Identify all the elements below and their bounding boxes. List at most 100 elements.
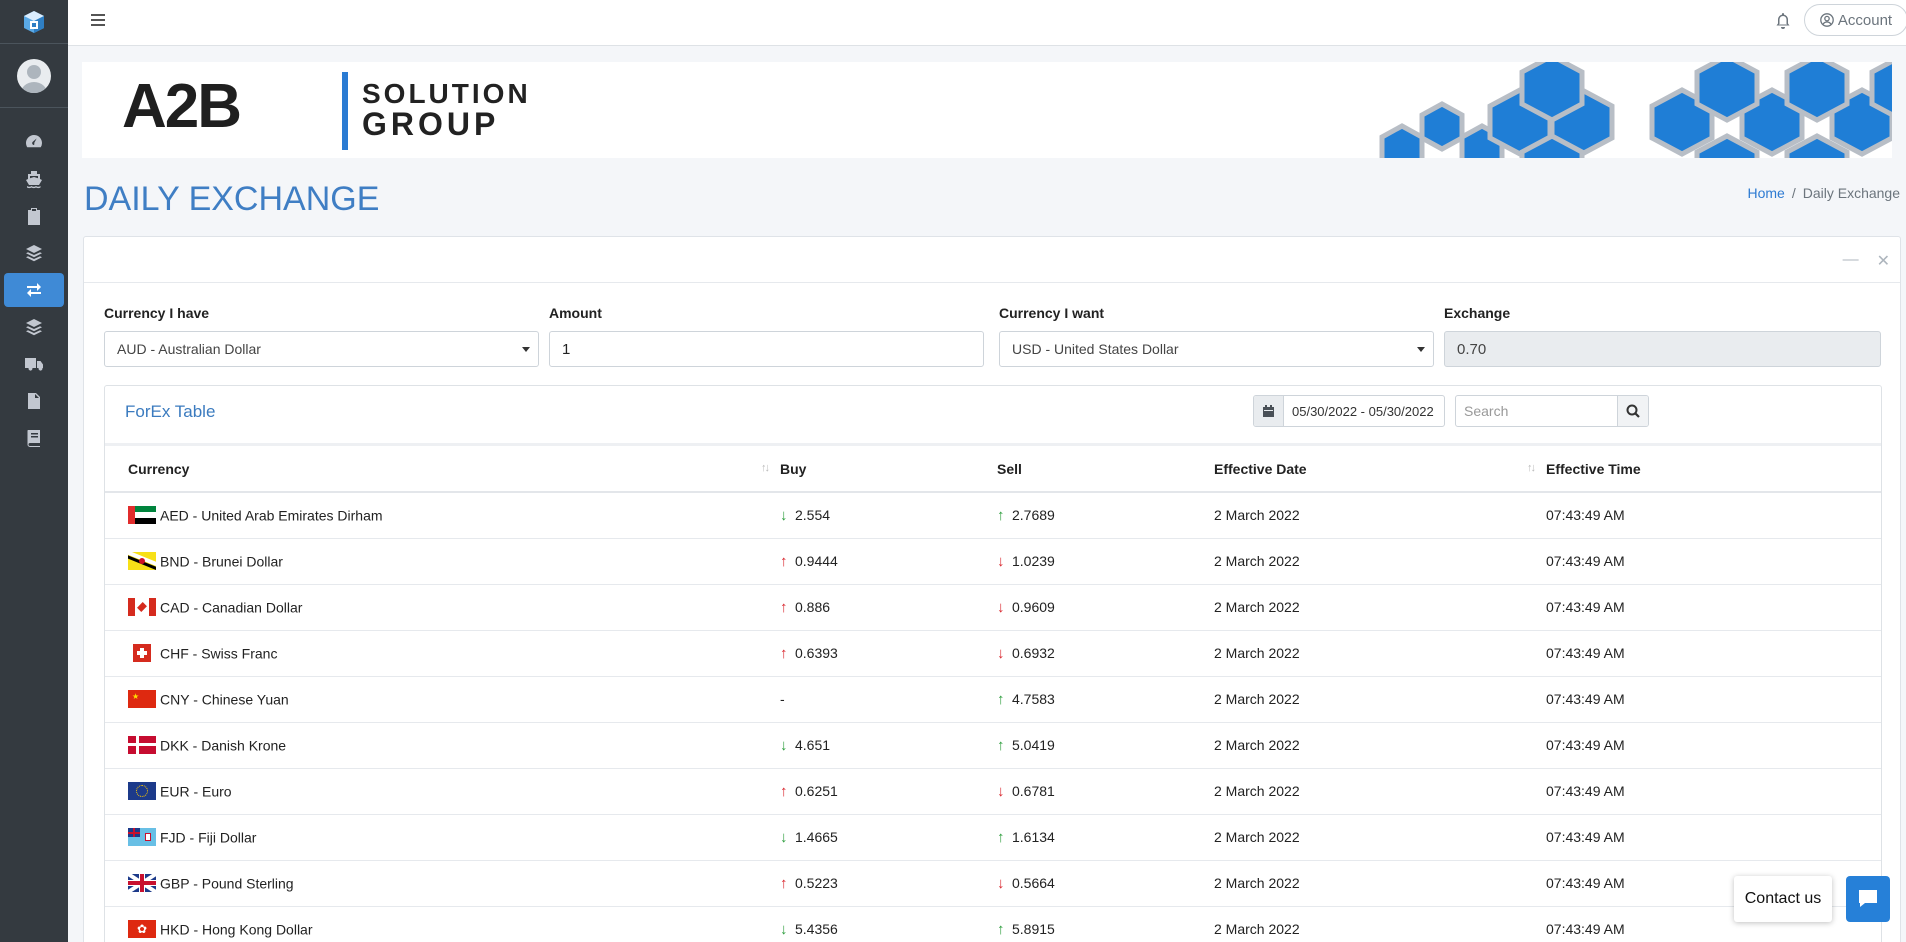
sell-value: 0.6932	[1012, 644, 1055, 661]
brand-logo[interactable]	[0, 0, 68, 44]
table-row[interactable]: BND - Brunei Dollar ↑ 0.9444 ↓ 1.0239 2 March…	[105, 538, 1881, 585]
column-header-label: Effective Date	[1214, 460, 1307, 477]
cell-effective-date: 2 March 2022	[1214, 630, 1546, 677]
search-input[interactable]: Search	[1456, 396, 1617, 426]
cell-effective-time: 07:43:49 AM	[1546, 584, 1881, 631]
table-row[interactable]: GBP - Pound Sterling ↑ 0.5223 ↓ 0.5664 2 Marc…	[105, 860, 1881, 907]
sidebar-item-tasks[interactable]	[4, 199, 64, 233]
cell-currency: FJD - Fiji Dollar	[105, 814, 780, 861]
arrow-down-icon: ↓	[780, 828, 788, 846]
cell-buy: ↓ 1.4665	[780, 814, 997, 861]
table-row[interactable]: DKK - Danish Krone ↓ 4.651 ↑ 5.0419 2 March 2…	[105, 722, 1881, 769]
column-header-effective-date[interactable]: Effective Date ↑↓	[1214, 446, 1546, 493]
sidebar-item-dashboard[interactable]	[4, 125, 64, 159]
sidebar-item-reports[interactable]	[4, 421, 64, 455]
currency-name: EUR - Euro	[160, 783, 232, 800]
buy-value: -	[780, 691, 785, 707]
sort-icon[interactable]: ↑↓	[761, 462, 770, 474]
brand-cube-icon	[24, 10, 44, 33]
sell-value: 0.6781	[1012, 782, 1055, 799]
sidebar-item-inventory[interactable]	[4, 236, 64, 270]
cell-currency: AED - United Arab Emirates Dirham	[105, 492, 780, 539]
arrow-up-icon: ↑	[997, 920, 1005, 938]
hamburger-menu-icon[interactable]	[91, 14, 105, 28]
sell-value: 1.0239	[1012, 552, 1055, 569]
flag-ch-icon	[128, 644, 156, 663]
arrow-down-icon: ↓	[997, 552, 1005, 570]
sidebar-item-delivery[interactable]	[4, 347, 64, 381]
table-row[interactable]: AED - United Arab Emirates Dirham ↓ 2.554 ↑…	[105, 492, 1881, 539]
cell-sell: ↓ 0.6932	[997, 630, 1214, 677]
sidebar-item-products[interactable]	[4, 310, 64, 344]
account-button[interactable]: Account	[1804, 4, 1906, 36]
breadcrumb: Home / Daily Exchange	[1747, 185, 1900, 201]
buy-value: 0.6251	[795, 782, 838, 799]
currency-have-value: AUD - Australian Dollar	[117, 341, 261, 357]
arrow-down-icon: ↓	[997, 874, 1005, 892]
converter-form: Currency I have AUD - Australian Dollar …	[104, 305, 1881, 367]
table-row[interactable]: CAD - Canadian Dollar ↑ 0.886 ↓ 0.9609 2 Marc…	[105, 584, 1881, 631]
cell-currency: GBP - Pound Sterling	[105, 860, 780, 907]
arrow-down-icon: ↓	[997, 598, 1005, 616]
table-row[interactable]: ★ CNY - Chinese Yuan - ↑ 4.7583 2 March 2022 0…	[105, 676, 1881, 723]
table-row[interactable]: EUR - Euro ↑ 0.6251 ↓ 0.6781 2 March 2022 07:4…	[105, 768, 1881, 815]
cell-buy: ↓ 5.4356	[780, 906, 997, 942]
amount-input[interactable]: 1	[549, 331, 984, 367]
currency-want-select[interactable]: USD - United States Dollar	[999, 331, 1434, 367]
cell-effective-date: 2 March 2022	[1214, 814, 1546, 861]
close-icon[interactable]: ✕	[1877, 251, 1890, 271]
exchange-value: 0.70	[1457, 340, 1487, 358]
collapse-icon[interactable]: —	[1843, 251, 1859, 271]
notification-bell-icon[interactable]	[1775, 12, 1791, 30]
currency-name: HKD - Hong Kong Dollar	[160, 921, 313, 938]
column-header-sell: Sell	[997, 446, 1214, 493]
chat-button[interactable]	[1846, 876, 1890, 922]
flag-fj-icon	[128, 828, 156, 847]
currency-name: CAD - Canadian Dollar	[160, 599, 303, 616]
cell-effective-time: 07:43:49 AM	[1546, 538, 1881, 585]
buy-value: 5.4356	[795, 920, 838, 937]
column-header-label: Sell	[997, 460, 1022, 477]
sort-icon[interactable]: ↑↓	[1527, 462, 1536, 474]
avatar[interactable]	[17, 58, 51, 93]
currency-have-select[interactable]: AUD - Australian Dollar	[104, 331, 539, 367]
effective-date-value: 2 March 2022	[1214, 829, 1300, 845]
page-title: DAILY EXCHANGE	[84, 180, 380, 218]
exchange-group: Exchange 0.70	[1444, 305, 1881, 367]
forex-panel: ForEx Table 05/30/2022 - 05/30/2022 Sear…	[104, 385, 1882, 942]
logo-divider	[342, 72, 348, 150]
cell-effective-date: 2 March 2022	[1214, 906, 1546, 942]
effective-time-value: 07:43:49 AM	[1546, 645, 1625, 661]
currency-want-label: Currency I want	[999, 305, 1105, 321]
contact-us-button[interactable]: Contact us	[1734, 876, 1832, 922]
arrow-up-icon: ↑	[780, 782, 788, 800]
sidebar-item-exchange[interactable]	[4, 273, 64, 307]
table-row[interactable]: ✿ HKD - Hong Kong Dollar ↓ 5.4356 ↑ 5.8915 2 M…	[105, 906, 1881, 942]
flag-gb-icon	[128, 874, 156, 893]
cell-effective-date: 2 March 2022	[1214, 492, 1546, 539]
breadcrumb-current: Daily Exchange	[1802, 185, 1900, 201]
date-range-input[interactable]: 05/30/2022 - 05/30/2022	[1284, 396, 1444, 426]
cell-effective-date: 2 March 2022	[1214, 538, 1546, 585]
table-row[interactable]: FJD - Fiji Dollar ↓ 1.4665 ↑ 1.6134 2 March 2…	[105, 814, 1881, 861]
flag-hk-icon: ✿	[128, 920, 156, 939]
column-header-buy: Buy	[780, 446, 997, 493]
cell-buy: ↑ 0.6251	[780, 768, 997, 815]
user-panel[interactable]	[0, 44, 68, 108]
search-button[interactable]	[1617, 396, 1648, 426]
sell-value: 0.9609	[1012, 598, 1055, 615]
sell-value: 4.7583	[1012, 690, 1055, 707]
cell-effective-date: 2 March 2022	[1214, 584, 1546, 631]
search-icon	[1626, 404, 1640, 418]
date-range-picker[interactable]: 05/30/2022 - 05/30/2022	[1253, 395, 1445, 427]
cell-effective-date: 2 March 2022	[1214, 860, 1546, 907]
sidebar-item-documents[interactable]	[4, 384, 64, 418]
cell-effective-time: 07:43:49 AM	[1546, 492, 1881, 539]
forex-table: Currency ↑↓ Buy Sell Effective Date ↑↓ Eff…	[105, 446, 1881, 942]
calendar-icon[interactable]	[1254, 396, 1284, 426]
breadcrumb-home-link[interactable]: Home	[1747, 185, 1784, 201]
cell-sell: ↑ 5.8915	[997, 906, 1214, 942]
table-row[interactable]: CHF - Swiss Franc ↑ 0.6393 ↓ 0.6932 2 March 2…	[105, 630, 1881, 677]
sidebar-item-shipments[interactable]	[4, 162, 64, 196]
column-header-currency[interactable]: Currency ↑↓	[105, 446, 780, 493]
